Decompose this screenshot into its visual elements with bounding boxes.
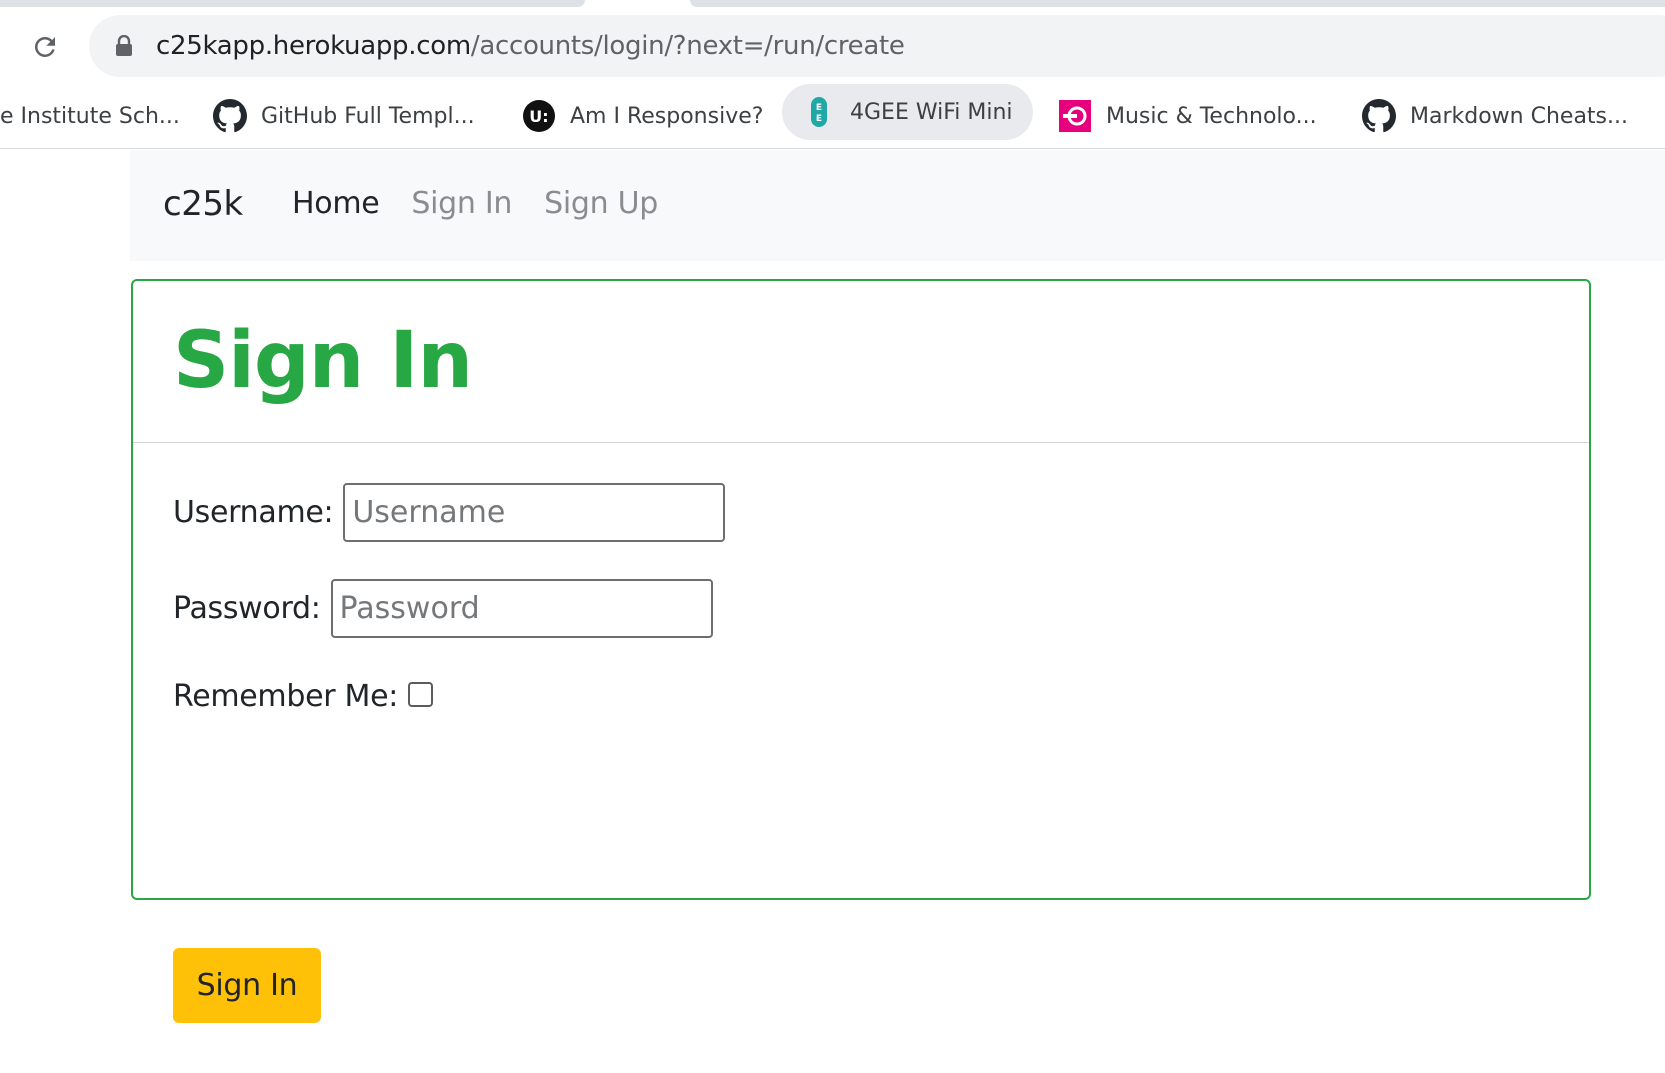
password-label: Password: (173, 591, 321, 626)
brand-link[interactable]: c25k (163, 184, 243, 224)
url-text[interactable]: c25kapp.herokuapp.com/accounts/login/?ne… (156, 28, 905, 64)
github-icon (213, 99, 247, 133)
password-input[interactable] (330, 579, 713, 638)
username-row: Username: (173, 483, 726, 542)
site-navbar: c25k Home Sign In Sign Up (130, 150, 1665, 261)
nav-link-sign-in[interactable]: Sign In (411, 186, 512, 221)
reload-icon (35, 37, 55, 57)
username-input[interactable] (343, 483, 726, 542)
remember-label: Remember Me: (173, 679, 399, 714)
bookmark-label: Am I Responsive? (570, 103, 764, 129)
username-label: Username: (173, 495, 334, 530)
sign-in-button[interactable]: Sign In (173, 948, 321, 1023)
bookmark-label: 4GEE WiFi Mini (850, 99, 1013, 125)
browser-toolbar: c25kapp.herokuapp.com/accounts/login/?ne… (0, 8, 1665, 84)
remember-row: Remember Me: (173, 679, 434, 714)
ui-logo-icon: U: (522, 99, 556, 133)
url-host: c25kapp.herokuapp.com (156, 31, 471, 61)
github-icon (1362, 99, 1396, 133)
bookmark-music-technology[interactable]: Music & Technolo... (1038, 88, 1337, 144)
nav-link-home[interactable]: Home (292, 186, 380, 221)
url-path: /accounts/login/?next=/run/create (470, 31, 905, 61)
svg-text:E: E (816, 114, 822, 124)
bookmark-institute[interactable]: e Institute Sch... (0, 88, 200, 144)
ee-logo-icon: EE (802, 95, 836, 129)
bookmark-github-full-template[interactable]: GitHub Full Templ... (193, 88, 495, 144)
nav-link-sign-up[interactable]: Sign Up (544, 186, 658, 221)
inactive-tab[interactable] (690, 0, 1665, 7)
bookmark-label: Markdown Cheats... (1410, 103, 1628, 129)
bookmark-label: GitHub Full Templ... (261, 103, 475, 129)
password-row: Password: (173, 579, 713, 638)
sign-in-card: Sign In Username: Password: Remember Me:… (131, 279, 1591, 1023)
svg-text:E: E (816, 103, 822, 113)
inactive-tab[interactable] (0, 0, 585, 7)
bookmark-markdown-cheatsheet[interactable]: Markdown Cheats... (1342, 88, 1648, 144)
reload-button[interactable] (24, 26, 66, 68)
svg-text:U:: U: (529, 107, 548, 126)
nav-links: Home Sign In Sign Up (292, 186, 658, 221)
tab-strip (0, 0, 1665, 8)
lock-icon[interactable] (115, 35, 133, 57)
page-title: Sign In (173, 316, 473, 406)
remember-me-checkbox[interactable] (408, 682, 434, 707)
bookmarks-bar: e Institute Sch... GitHub Full Templ... … (0, 84, 1665, 149)
card-header: Sign In (133, 281, 1589, 443)
bookmark-label: Music & Technolo... (1106, 103, 1317, 129)
bookmark-am-i-responsive[interactable]: U: Am I Responsive? (502, 88, 783, 144)
bookmark-label: e Institute Sch... (0, 103, 180, 129)
music-tech-logo-icon (1058, 99, 1092, 133)
address-bar[interactable]: c25kapp.herokuapp.com/accounts/login/?ne… (89, 15, 1665, 77)
bookmark-4gee-wifi-mini[interactable]: EE 4GEE WiFi Mini (782, 84, 1033, 140)
